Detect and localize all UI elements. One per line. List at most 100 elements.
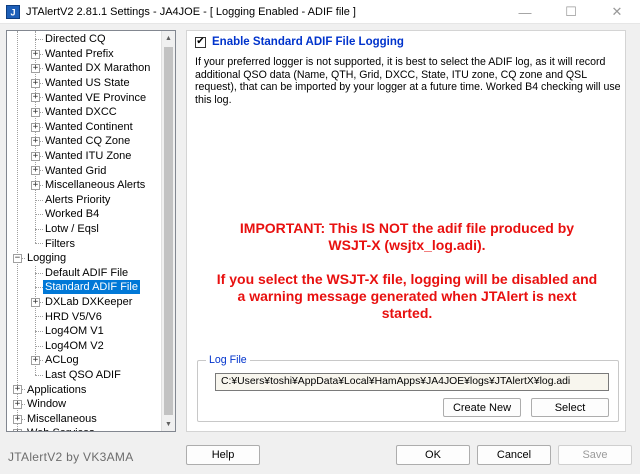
tree-item-label: Miscellaneous bbox=[27, 412, 97, 425]
tree-item[interactable]: Web Services bbox=[25, 426, 97, 431]
minimize-button[interactable]: — bbox=[502, 0, 548, 24]
tree-guide-line bbox=[35, 316, 43, 318]
tree-guide-line bbox=[35, 39, 43, 40]
tree-item[interactable]: Standard ADIF File bbox=[43, 280, 140, 295]
expand-icon[interactable]: + bbox=[31, 93, 40, 103]
maximize-icon: ☐ bbox=[565, 4, 577, 19]
collapse-icon[interactable]: − bbox=[13, 254, 22, 263]
tree-guide-line bbox=[35, 214, 43, 216]
settings-tree[interactable]: Directed CQ + Wanted Prefix + Wanted DX Mara… bbox=[6, 30, 176, 432]
scrollbar-thumb[interactable] bbox=[164, 47, 173, 415]
wsjtx-warning-notice: If you select the WSJT-X file, logging w… bbox=[216, 271, 598, 321]
expand-icon[interactable]: + bbox=[31, 64, 40, 74]
tree-item-label: Wanted VE Province bbox=[45, 91, 147, 104]
select-button[interactable]: Select bbox=[531, 398, 609, 417]
expand-icon[interactable]: + bbox=[31, 166, 40, 176]
tree-item[interactable]: Wanted ITU Zone bbox=[43, 149, 133, 164]
tree-item[interactable]: Alerts Priority bbox=[43, 193, 112, 208]
tree-item-label: Log4OM V1 bbox=[45, 325, 104, 338]
tree-item-label: DXLab DXKeeper bbox=[45, 296, 133, 309]
tree-item[interactable]: ACLog bbox=[43, 353, 81, 368]
tree-item[interactable]: Directed CQ bbox=[43, 32, 108, 47]
tree-item-label: Filters bbox=[45, 237, 75, 250]
tree-item[interactable]: Miscellaneous bbox=[25, 412, 99, 427]
expand-icon[interactable]: + bbox=[31, 151, 40, 161]
expand-icon[interactable]: + bbox=[31, 356, 40, 366]
expand-icon[interactable]: + bbox=[31, 122, 40, 132]
ok-button[interactable]: OK bbox=[396, 445, 470, 465]
cancel-button[interactable]: Cancel bbox=[477, 445, 551, 465]
expand-icon[interactable]: + bbox=[13, 400, 22, 409]
tree-item[interactable]: HRD V5/V6 bbox=[43, 309, 104, 324]
important-notice: IMPORTANT: This IS NOT the adif file pro… bbox=[239, 220, 575, 253]
settings-content-panel: ✔ Enable Standard ADIF File Logging If y… bbox=[186, 30, 626, 432]
tree-item[interactable]: Last QSO ADIF bbox=[43, 368, 123, 383]
tree-item[interactable]: Filters bbox=[43, 236, 77, 251]
tree-item-label: Logging bbox=[27, 252, 67, 265]
expand-icon[interactable]: + bbox=[31, 181, 40, 190]
enable-logging-label[interactable]: Enable Standard ADIF File Logging bbox=[212, 36, 404, 48]
tree-item[interactable]: Default ADIF File bbox=[43, 266, 130, 281]
expand-icon[interactable]: + bbox=[13, 414, 22, 424]
maximize-button[interactable]: ☐ bbox=[548, 0, 594, 24]
tree-item[interactable]: DXLab DXKeeper bbox=[43, 295, 134, 310]
close-icon: ✕ bbox=[611, 4, 623, 19]
tree-item-label: Wanted ITU Zone bbox=[45, 150, 132, 163]
tree-item[interactable]: Miscellaneous Alerts bbox=[43, 178, 147, 193]
expand-icon[interactable]: + bbox=[13, 429, 22, 431]
tree-item-label: Wanted Prefix bbox=[45, 47, 114, 60]
tree-item-label: Worked B4 bbox=[45, 208, 100, 221]
enable-logging-row[interactable]: ✔ Enable Standard ADIF File Logging bbox=[195, 36, 404, 48]
expand-icon[interactable]: + bbox=[31, 137, 40, 147]
scroll-down-icon[interactable]: ▼ bbox=[162, 417, 175, 431]
scroll-up-icon[interactable]: ▲ bbox=[162, 31, 175, 45]
log-file-group: Log File C:¥Users¥toshi¥AppData¥Local¥Ha… bbox=[197, 354, 619, 422]
expand-icon[interactable]: + bbox=[31, 49, 40, 59]
tree-guide-line bbox=[35, 331, 43, 332]
window-title: JTAlertV2 2.81.1 Settings - JA4JOE - [ L… bbox=[26, 5, 356, 18]
tree-item-label: Wanted DX Marathon bbox=[45, 62, 151, 75]
svg-text:J: J bbox=[10, 7, 15, 17]
expand-icon[interactable]: + bbox=[31, 297, 40, 307]
tree-item[interactable]: Wanted DXCC bbox=[43, 105, 119, 120]
tree-item[interactable]: Wanted Continent bbox=[43, 120, 135, 135]
tree-item-label: Web Services bbox=[25, 426, 97, 431]
tree-item[interactable]: Log4OM V2 bbox=[43, 339, 106, 354]
tree-scrollbar[interactable]: ▲ ▼ bbox=[161, 31, 175, 431]
tree-content: Directed CQ + Wanted Prefix + Wanted DX Mara… bbox=[7, 31, 162, 431]
tree-item[interactable]: Lotw / Eqsl bbox=[43, 222, 101, 237]
tree-guide-line bbox=[35, 345, 43, 347]
log-file-legend: Log File bbox=[206, 354, 250, 366]
tree-guide-line bbox=[35, 272, 43, 274]
tree-item[interactable]: Applications bbox=[25, 382, 88, 397]
tree-item[interactable]: Wanted Prefix bbox=[43, 47, 116, 62]
tree-item-label: Alerts Priority bbox=[45, 193, 111, 206]
expand-icon[interactable]: + bbox=[13, 385, 22, 395]
tree-item[interactable]: Wanted Grid bbox=[43, 163, 108, 178]
minimize-icon: — bbox=[518, 4, 532, 20]
tree-item-label: Wanted Grid bbox=[45, 164, 107, 177]
tree-item[interactable]: Wanted CQ Zone bbox=[43, 134, 132, 149]
tree-item-label: Wanted US State bbox=[45, 77, 130, 90]
create-new-button[interactable]: Create New bbox=[443, 398, 521, 417]
tree-item[interactable]: Wanted DX Marathon bbox=[43, 61, 152, 76]
brand-label: JTAlertV2 by VK3AMA bbox=[8, 450, 134, 464]
tree-item[interactable]: Wanted VE Province bbox=[43, 90, 148, 105]
tree-item[interactable]: Logging bbox=[25, 251, 68, 266]
save-button[interactable]: Save bbox=[558, 445, 632, 465]
help-button[interactable]: Help bbox=[186, 445, 260, 465]
tree-guide-line bbox=[35, 374, 43, 376]
close-button[interactable]: ✕ bbox=[594, 0, 640, 24]
log-file-path-field[interactable]: C:¥Users¥toshi¥AppData¥Local¥HamApps¥JA4… bbox=[215, 373, 609, 391]
tree-item-label: Applications bbox=[27, 383, 87, 396]
expand-icon[interactable]: + bbox=[31, 108, 40, 117]
tree-item[interactable]: Log4OM V1 bbox=[43, 324, 106, 339]
tree-item-label: Wanted DXCC bbox=[45, 106, 117, 119]
tree-item[interactable]: Wanted US State bbox=[43, 76, 132, 91]
tree-item-label: Default ADIF File bbox=[45, 266, 129, 279]
expand-icon[interactable]: + bbox=[31, 78, 40, 88]
tree-item[interactable]: Worked B4 bbox=[43, 207, 101, 222]
enable-logging-checkbox[interactable]: ✔ bbox=[195, 36, 206, 48]
tree-item[interactable]: Window bbox=[25, 397, 68, 412]
jtalert-app-icon: J bbox=[6, 4, 20, 19]
